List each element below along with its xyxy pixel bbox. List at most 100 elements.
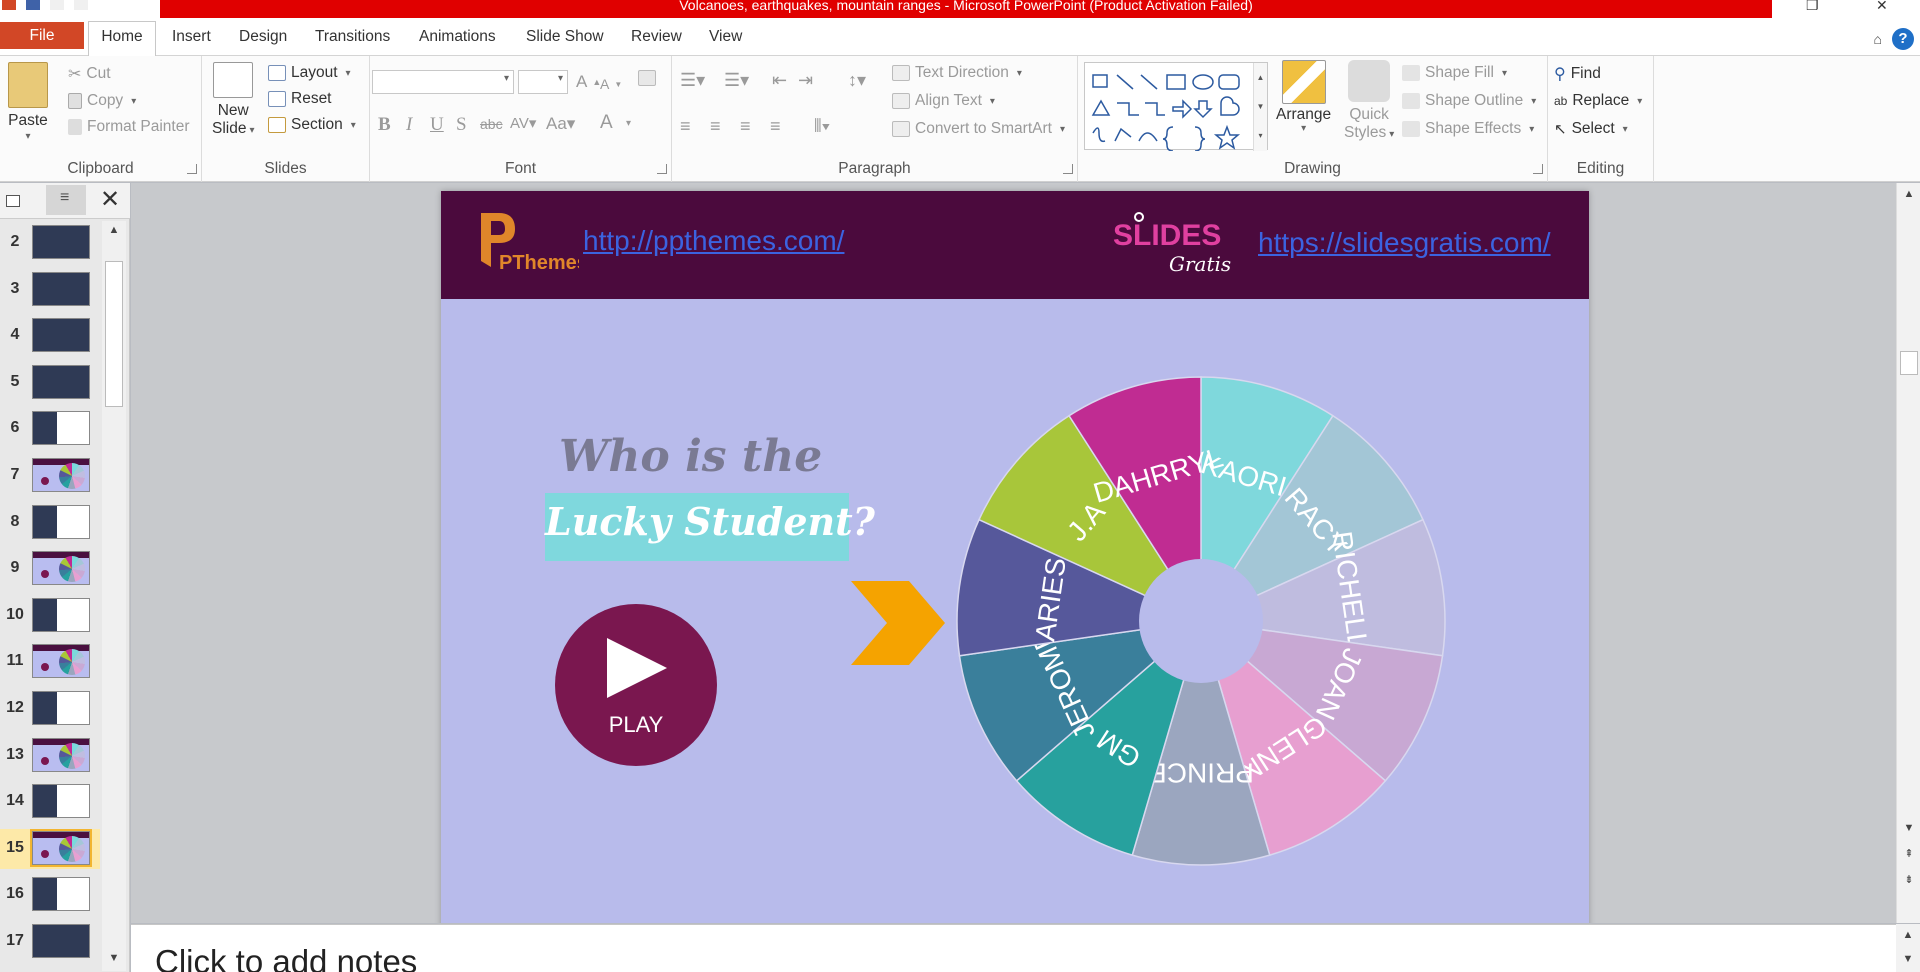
slide-thumbnail[interactable]: 11 — [0, 642, 100, 682]
font-color-icon[interactable]: A — [600, 112, 613, 134]
tab-home[interactable]: Home — [88, 21, 156, 57]
slide-thumbnail[interactable]: 13 — [0, 736, 100, 776]
slide-thumbnail-preview[interactable] — [32, 504, 90, 539]
scroll-down-icon[interactable]: ▼ — [1900, 819, 1918, 837]
layout-button[interactable]: Layout — [268, 64, 351, 82]
font-size-input[interactable]: ▾ — [518, 70, 568, 94]
scroll-up-icon[interactable]: ▲ — [1899, 926, 1917, 944]
undo-icon[interactable] — [50, 0, 64, 10]
slide-thumbnail-preview[interactable] — [32, 318, 90, 353]
name-spinner-wheel[interactable]: KAORIRACYRICHELLEJOANGLENNPRINCEGMJEROME… — [851, 361, 1461, 881]
slide-thumbnail[interactable]: 12 — [0, 689, 100, 729]
justify-icon[interactable]: ≡ — [770, 116, 781, 137]
clear-formatting-icon[interactable] — [638, 70, 656, 86]
slidesgratis-link[interactable]: https://slidesgratis.com/ — [1258, 227, 1551, 259]
slide-thumbnail[interactable]: 6 — [0, 409, 100, 449]
font-name-input[interactable]: ▾ — [372, 70, 514, 94]
text-direction-button[interactable]: Text Direction — [892, 64, 1022, 82]
slide-thumbnail[interactable]: 9 — [0, 549, 100, 589]
slide-thumbnail[interactable]: 14 — [0, 782, 100, 822]
strikethrough-icon[interactable]: abc — [480, 116, 503, 132]
slide-thumbnail-preview[interactable] — [32, 784, 90, 819]
tab-view[interactable]: View — [709, 26, 742, 56]
slide-thumbnail-preview[interactable] — [32, 644, 90, 679]
slide-thumbnail[interactable]: 8 — [0, 503, 100, 543]
scroll-thumb[interactable] — [105, 261, 123, 407]
help-icon[interactable]: ? — [1892, 28, 1914, 50]
minimize-ribbon-icon[interactable]: ⌂ — [1874, 31, 1882, 47]
outline-tab-icon[interactable] — [46, 185, 86, 215]
customize-qat-icon[interactable] — [98, 0, 106, 10]
current-slide[interactable]: PThemes http://ppthemes.com/ SLIDES Grat… — [441, 191, 1589, 923]
slide-thumbnail-preview[interactable] — [32, 597, 90, 632]
slide-thumbnail-preview[interactable] — [32, 691, 90, 725]
notes-pane[interactable]: Click to add notes — [131, 924, 1896, 972]
slide-thumbnail-preview[interactable] — [32, 411, 90, 446]
tab-slide-show[interactable]: Slide Show — [526, 26, 604, 56]
select-button[interactable]: ↖ Select — [1554, 120, 1628, 138]
align-center-icon[interactable]: ≡ — [710, 116, 721, 137]
grow-font-icon[interactable]: A ▲ — [576, 72, 601, 92]
play-button[interactable]: PLAY — [555, 604, 717, 766]
shape-outline-button[interactable]: Shape Outline — [1402, 92, 1536, 110]
copy-button[interactable]: Copy — [68, 92, 136, 110]
slide-thumbnail-preview[interactable] — [32, 271, 90, 306]
slide-thumbnail-preview[interactable] — [32, 225, 90, 259]
section-button[interactable]: Section — [268, 116, 356, 134]
notes-scrollbar[interactable]: ▲ ▼ — [1896, 924, 1920, 972]
slide-thumbnail-preview[interactable] — [32, 924, 90, 958]
slide-thumbnail[interactable]: 5 — [0, 363, 100, 403]
slide-thumbnail-preview[interactable] — [32, 458, 90, 492]
align-text-button[interactable]: Align Text — [892, 92, 995, 110]
scroll-down-icon[interactable]: ▼ — [105, 949, 123, 967]
tab-design[interactable]: Design — [239, 26, 287, 56]
tab-animations[interactable]: Animations — [419, 26, 496, 56]
restore-icon[interactable]: ❐ — [1806, 0, 1819, 12]
find-button[interactable]: ⚲ Find — [1554, 64, 1601, 84]
save-icon[interactable] — [26, 0, 40, 10]
thumbnail-scrollbar[interactable]: ▲ ▼ — [102, 221, 126, 971]
next-slide-icon[interactable]: ⇟ — [1900, 871, 1918, 889]
new-slide-button[interactable]: New Slide — [212, 62, 255, 138]
underline-icon[interactable]: U — [430, 114, 444, 136]
ppthemes-link[interactable]: http://ppthemes.com/ — [583, 225, 844, 257]
arrange-button[interactable]: Arrange ▾ — [1276, 60, 1331, 134]
slide-thumbnail[interactable]: 2 — [0, 223, 100, 263]
shapes-gallery[interactable]: ▲ ▼ ▾ — [1084, 62, 1268, 152]
slide-thumbnail[interactable]: 17 — [0, 922, 100, 962]
italic-icon[interactable]: I — [406, 114, 412, 136]
tab-file[interactable]: File — [0, 22, 84, 49]
align-right-icon[interactable]: ≡ — [740, 116, 751, 137]
tab-review[interactable]: Review — [631, 26, 682, 56]
tab-transitions[interactable]: Transitions — [315, 26, 390, 56]
numbering-icon[interactable]: ☰▾ — [724, 70, 749, 91]
shadow-icon[interactable]: S — [456, 114, 467, 136]
bullets-icon[interactable]: ☰▾ — [680, 70, 705, 91]
shrink-font-icon[interactable]: A ▼ — [600, 76, 622, 92]
slide-scrollbar[interactable]: ▲ ▼ ⇞ ⇟ — [1896, 183, 1920, 923]
slide-thumbnail-preview[interactable] — [32, 364, 90, 399]
slide-thumbnail-preview[interactable] — [30, 828, 92, 867]
previous-slide-icon[interactable]: ⇞ — [1900, 845, 1918, 863]
slide-thumbnail[interactable]: 3 — [0, 270, 100, 310]
scroll-up-icon[interactable]: ▲ — [105, 221, 123, 239]
reset-button[interactable]: Reset — [268, 90, 332, 108]
cut-button[interactable]: ✂ Cut — [68, 64, 111, 84]
change-case-icon[interactable]: Aa▾ — [546, 114, 575, 134]
quick-styles-button[interactable]: Quick Styles — [1344, 60, 1394, 142]
chevron-down-icon[interactable]: ▾ — [626, 118, 631, 129]
close-window-icon[interactable]: ✕ — [1876, 0, 1888, 12]
character-spacing-icon[interactable]: AV▾ — [510, 114, 536, 132]
bold-icon[interactable]: B — [378, 114, 391, 136]
align-left-icon[interactable]: ≡ — [680, 116, 691, 137]
slide-thumbnail-preview[interactable] — [32, 877, 90, 912]
paragraph-launcher-icon[interactable] — [1063, 164, 1073, 174]
close-pane-icon[interactable]: ✕ — [96, 187, 124, 215]
gallery-scroll[interactable]: ▲ ▼ ▾ — [1253, 63, 1267, 151]
shape-fill-button[interactable]: Shape Fill — [1402, 64, 1507, 82]
slide-thumbnail[interactable]: 4 — [0, 316, 100, 356]
redo-icon[interactable] — [74, 0, 88, 10]
slide-thumbnail[interactable]: 10 — [0, 596, 100, 636]
columns-icon[interactable]: ⫴▾ — [814, 116, 830, 137]
format-painter-button[interactable]: Format Painter — [68, 118, 190, 136]
